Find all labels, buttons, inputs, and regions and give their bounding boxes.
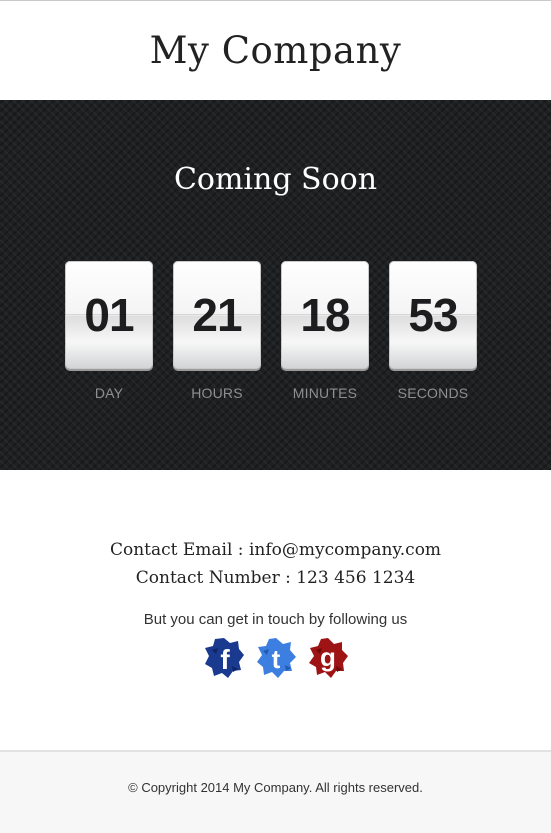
- svg-text:g: g: [320, 642, 336, 672]
- countdown-label: HOURS: [191, 385, 243, 401]
- social-links: f t g: [0, 636, 551, 680]
- site-header: My Company: [0, 1, 551, 100]
- countdown-minutes: 18 MINUTES: [281, 261, 369, 401]
- countdown-card: 18: [281, 261, 369, 369]
- copyright-text: © Copyright 2014 My Company. All rights …: [128, 779, 423, 795]
- countdown-hours: 21 HOURS: [173, 261, 261, 401]
- countdown-value: 53: [408, 289, 458, 341]
- facebook-icon[interactable]: f: [202, 636, 246, 680]
- countdown-label: SECONDS: [397, 385, 469, 401]
- countdown-value: 18: [300, 289, 350, 341]
- svg-text:t: t: [271, 644, 280, 674]
- countdown-card: 01: [65, 261, 153, 369]
- coming-soon-heading: Coming Soon: [173, 162, 378, 197]
- twitter-icon[interactable]: t: [254, 636, 298, 680]
- countdown-label: MINUTES: [292, 385, 358, 401]
- countdown-value: 01: [84, 289, 134, 341]
- contact-email: Contact Email : info@mycompany.com: [109, 540, 442, 560]
- contact-info: Contact Email : info@mycompany.com Conta…: [0, 536, 551, 592]
- countdown-seconds: 53 SECONDS: [389, 261, 477, 401]
- site-footer: © Copyright 2014 My Company. All rights …: [0, 750, 551, 833]
- google-plus-icon[interactable]: g: [306, 636, 350, 680]
- company-title: My Company: [149, 29, 402, 72]
- countdown-card: 21: [173, 261, 261, 369]
- countdown-day: 01 DAY: [65, 261, 153, 401]
- contact-phone: Contact Number : 123 456 1234: [135, 568, 416, 588]
- countdown-label: DAY: [94, 385, 124, 401]
- countdown-card: 53: [389, 261, 477, 369]
- countdown-section: Coming Soon 01 DAY 21 HOURS 18 MINUTES 5…: [0, 100, 551, 470]
- follow-prompt: But you can get in touch by following us: [143, 611, 408, 628]
- svg-text:f: f: [220, 644, 230, 675]
- countdown-value: 21: [192, 289, 242, 341]
